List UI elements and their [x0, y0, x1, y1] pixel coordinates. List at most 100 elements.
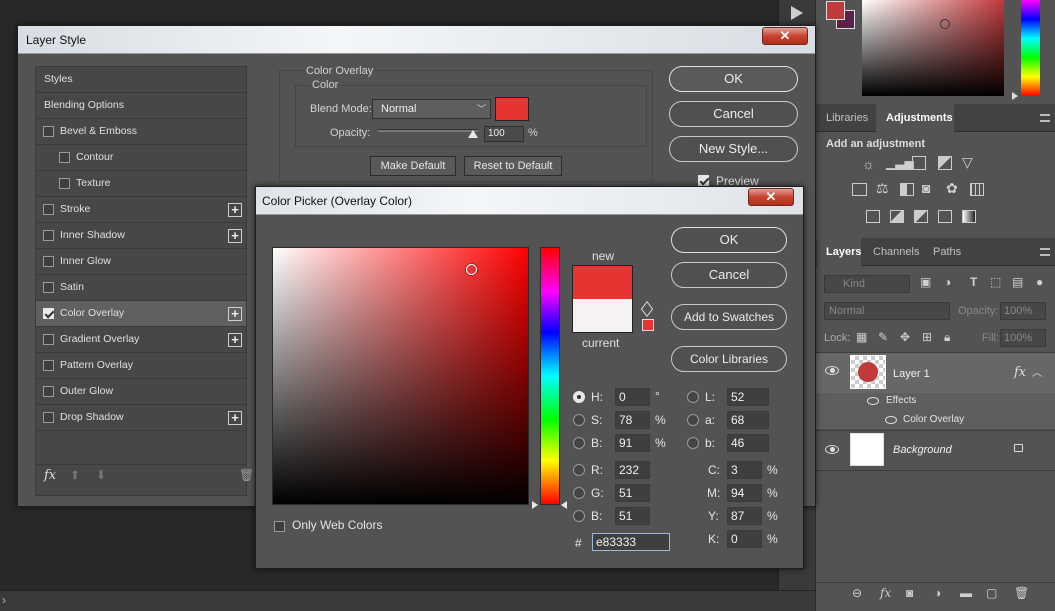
tab-layers[interactable]: Layers — [817, 238, 861, 266]
style-item-inner-glow[interactable]: Inner Glow — [36, 249, 246, 275]
style-checkbox[interactable] — [43, 308, 54, 319]
tab-libraries[interactable]: Libraries — [826, 104, 868, 132]
background-name[interactable]: Background — [893, 444, 952, 456]
shape-filter-icon[interactable]: ⬚ — [990, 275, 1001, 289]
plus-icon[interactable]: + — [228, 333, 242, 347]
color-field[interactable] — [272, 247, 529, 505]
style-checkbox[interactable] — [43, 256, 54, 267]
tab-channels[interactable]: Channels — [873, 238, 919, 266]
layer1-name[interactable]: Layer 1 — [893, 368, 930, 380]
style-item-outer-glow[interactable]: Outer Glow — [36, 379, 246, 405]
style-item-gradient-overlay[interactable]: Gradient Overlay + — [36, 327, 246, 353]
radio-brightness[interactable] — [573, 437, 585, 449]
k-input[interactable]: 0 — [727, 530, 762, 548]
style-item-inner-shadow[interactable]: Inner Shadow + — [36, 223, 246, 249]
move-up-icon[interactable]: ⬆ — [70, 468, 80, 482]
panel-menu-icon[interactable] — [1040, 114, 1050, 122]
radio-lab-b[interactable] — [687, 437, 699, 449]
radio-blue[interactable] — [573, 510, 585, 522]
new-layer-icon[interactable]: ▢ — [986, 586, 997, 600]
style-item-satin[interactable]: Satin — [36, 275, 246, 301]
c-input[interactable]: 3 — [727, 461, 762, 479]
radio-green[interactable] — [573, 487, 585, 499]
layer-style-close-button[interactable]: ✕ — [762, 27, 808, 45]
vibrance-icon[interactable]: ▽ — [962, 154, 973, 171]
style-checkbox[interactable] — [43, 126, 54, 137]
a-input[interactable]: 68 — [727, 411, 769, 429]
style-item-color-overlay[interactable]: Color Overlay + — [36, 301, 246, 327]
layer-blend-mode[interactable]: Normal — [824, 302, 950, 320]
lab-b-input[interactable]: 46 — [727, 434, 769, 452]
blend-mode-select[interactable]: Normal ﹀ — [372, 99, 491, 119]
overlay-color-swatch[interactable] — [495, 97, 529, 121]
hue-slider[interactable] — [540, 247, 560, 505]
plus-icon[interactable]: + — [228, 203, 242, 217]
link-layers-icon[interactable]: ⊖ — [852, 586, 862, 600]
add-style-icon[interactable]: fx — [880, 586, 891, 600]
black-white-icon[interactable] — [900, 183, 914, 196]
lock-position-icon[interactable]: ✥ — [900, 330, 910, 344]
smart-object-filter-icon[interactable]: ▤ — [1012, 275, 1023, 289]
color-picker-cancel-button[interactable]: Cancel — [671, 262, 787, 288]
filter-toggle-icon[interactable]: ● — [1036, 275, 1043, 289]
radio-a[interactable] — [687, 414, 699, 426]
style-item-bevel-emboss[interactable]: Bevel & Emboss — [36, 119, 246, 145]
opacity-slider-thumb[interactable] — [468, 130, 478, 138]
eye-icon[interactable] — [825, 366, 839, 375]
add-to-swatches-button[interactable]: Add to Swatches — [671, 304, 787, 330]
color-balance-icon[interactable]: ⚖ — [876, 180, 889, 197]
style-checkbox[interactable] — [43, 360, 54, 371]
bg-eye-icon[interactable] — [825, 445, 839, 454]
fx-indicator-icon[interactable]: fx — [1014, 365, 1026, 380]
fx-menu-icon[interactable]: fx — [44, 468, 56, 483]
color-libraries-button[interactable]: Color Libraries — [671, 346, 787, 372]
b-input[interactable]: 91 — [615, 434, 650, 452]
blue-input[interactable]: 51 — [615, 507, 650, 525]
channel-mixer-icon[interactable]: ✿ — [946, 180, 958, 197]
layer-opacity-value[interactable]: 100% — [1000, 302, 1046, 320]
radio-lightness[interactable] — [687, 391, 699, 403]
lock-all-icon[interactable]: 🔒︎ — [944, 330, 950, 345]
exposure-icon[interactable] — [938, 156, 952, 170]
photo-filter-icon[interactable]: ◙ — [922, 180, 930, 196]
hue-slider-left-arrow[interactable] — [532, 501, 538, 509]
web-safe-swatch[interactable] — [642, 319, 654, 331]
radio-red[interactable] — [573, 464, 585, 476]
radio-hue[interactable] — [573, 391, 585, 403]
plus-icon[interactable]: + — [228, 307, 242, 321]
plus-icon[interactable]: + — [228, 411, 242, 425]
color-picker-ok-button[interactable]: OK — [671, 227, 787, 253]
type-filter-icon[interactable]: T — [970, 275, 977, 289]
pixel-filter-icon[interactable]: ▣ — [920, 275, 931, 289]
chevron-right-icon[interactable]: › — [2, 593, 6, 607]
new-adjustment-icon[interactable]: ◑ — [934, 586, 941, 600]
l-input[interactable]: 52 — [727, 388, 769, 406]
color-lookup-icon[interactable] — [970, 183, 984, 196]
layer-style-ok-button[interactable]: OK — [669, 66, 798, 92]
fill-value[interactable]: 100% — [1000, 329, 1046, 347]
s-input[interactable]: 78 — [615, 411, 650, 429]
opacity-input[interactable]: 100 — [484, 126, 524, 142]
r-input[interactable]: 232 — [615, 461, 650, 479]
y-input[interactable]: 87 — [727, 507, 762, 525]
artboard-icon[interactable]: ⊞ — [922, 330, 932, 344]
layer-style-cancel-button[interactable]: Cancel — [669, 101, 798, 127]
h-input[interactable]: 0 — [615, 388, 650, 406]
tab-adjustments[interactable]: Adjustments — [876, 104, 954, 132]
style-item-stroke[interactable]: Stroke + — [36, 197, 246, 223]
opacity-slider-track[interactable] — [378, 129, 478, 132]
style-checkbox[interactable] — [43, 334, 54, 345]
style-checkbox[interactable] — [43, 386, 54, 397]
mini-hue-slider[interactable] — [1021, 0, 1040, 96]
style-item-texture[interactable]: Texture — [36, 171, 246, 197]
preview-checkbox[interactable] — [698, 174, 709, 186]
hue-slider-right-arrow[interactable] — [561, 501, 567, 509]
color-picker-close-button[interactable]: ✕ — [748, 188, 794, 206]
layer-style-titlebar[interactable] — [18, 26, 815, 54]
reset-default-button[interactable]: Reset to Default — [464, 156, 562, 176]
levels-icon[interactable]: ▁▃▅ — [886, 156, 914, 170]
effects-eye-icon[interactable] — [867, 397, 879, 405]
hex-input[interactable]: e83333 — [592, 533, 670, 551]
hue-saturation-icon[interactable] — [852, 183, 867, 196]
style-item-contour[interactable]: Contour — [36, 145, 246, 171]
